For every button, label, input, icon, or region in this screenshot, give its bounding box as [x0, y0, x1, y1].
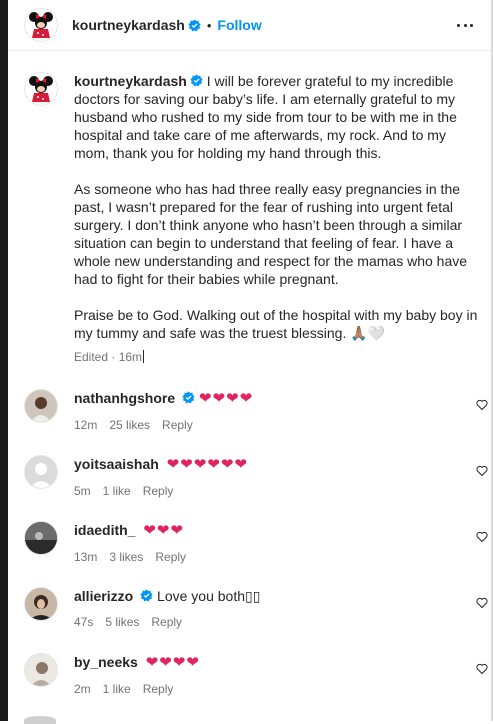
comment-likes[interactable]: 1 like [103, 682, 131, 696]
comment-time: 12m [74, 418, 98, 432]
caption-paragraph: kourtneykardash I will be forever gratef… [74, 72, 484, 162]
avatar[interactable] [24, 8, 58, 42]
comment-text: Love you both▯▯ [157, 588, 261, 604]
comment-text: ❤❤❤❤ [199, 390, 254, 407]
avatar[interactable] [24, 72, 58, 106]
minnie-mouse-icon [29, 12, 53, 38]
header-username[interactable]: kourtneykardash [72, 17, 185, 33]
caption-username[interactable]: kourtneykardash [74, 73, 187, 89]
comment-username[interactable]: idaedith_ [74, 522, 135, 538]
verified-badge-icon [190, 74, 203, 87]
post-caption: kourtneykardash I will be forever gratef… [24, 72, 484, 366]
text-cursor [143, 350, 145, 363]
comment-item: nathanhgshore ❤❤❤❤ 12m 25 likes Reply [24, 389, 488, 432]
verified-badge-icon [140, 589, 153, 602]
default-avatar-icon [25, 456, 57, 488]
comment-item: idaedith_ ❤❤❤ 13m 3 likes Reply [24, 521, 488, 564]
caption-paragraph: As someone who has had three really easy… [74, 181, 468, 287]
comment-time: 47s [74, 615, 94, 629]
post-header: kourtneykardash • Follow [8, 0, 491, 51]
comment-time: 5m [74, 484, 91, 498]
verified-badge-icon [188, 18, 201, 31]
comment-username[interactable]: by_neeks [74, 654, 138, 670]
comment-likes[interactable]: 25 likes [109, 418, 150, 432]
comment-time: 2m [74, 682, 91, 696]
comment-username[interactable]: nathanhgshore [74, 390, 175, 406]
comment-username[interactable]: yoitsaaishah [74, 456, 159, 472]
avatar[interactable] [24, 389, 58, 423]
comment-likes[interactable]: 1 like [103, 484, 131, 498]
avatar[interactable] [24, 653, 58, 687]
minnie-mouse-icon [29, 76, 53, 102]
avatar[interactable] [24, 587, 58, 621]
reply-button[interactable]: Reply [143, 484, 174, 498]
caption-paragraph: Praise be to God. Walking out of the hos… [74, 307, 478, 341]
comment-text: ❤❤❤❤❤❤ [166, 456, 249, 473]
profile-photo-icon [25, 588, 57, 620]
more-options-icon[interactable] [457, 15, 473, 35]
window-edge-left [0, 0, 8, 721]
header-separator: • [206, 17, 212, 33]
avatar[interactable] [24, 455, 58, 489]
comment-username[interactable]: allierizzo [74, 588, 133, 604]
profile-photo-icon [25, 654, 57, 686]
reply-button[interactable]: Reply [155, 550, 186, 564]
comment-time: 13m [74, 550, 98, 564]
reply-button[interactable]: Reply [151, 615, 182, 629]
heart-outline-icon[interactable] [476, 663, 488, 675]
caption-text: kourtneykardash I will be forever gratef… [74, 72, 484, 366]
caption-meta: Edited · 16m [74, 348, 484, 366]
avatar[interactable] [24, 521, 58, 555]
reply-button[interactable]: Reply [162, 418, 193, 432]
heart-outline-icon[interactable] [476, 465, 488, 477]
heart-outline-icon[interactable] [476, 531, 488, 543]
comment-item: yoitsaaishah ❤❤❤❤❤❤ 5m 1 like Reply [24, 455, 488, 498]
profile-photo-icon [25, 522, 57, 554]
comment-text: ❤❤❤ [143, 522, 185, 539]
edited-timestamp: Edited · 16m [74, 350, 143, 364]
heart-outline-icon[interactable] [476, 597, 488, 609]
next-comment-avatar [24, 716, 56, 724]
comment-likes[interactable]: 3 likes [109, 550, 143, 564]
verified-badge-icon [182, 391, 195, 404]
reply-button[interactable]: Reply [143, 682, 174, 696]
comment-item: allierizzo Love you both▯▯ 47s 5 likes Rep… [24, 587, 488, 629]
comment-text: ❤❤❤❤ [145, 654, 200, 671]
profile-photo-icon [25, 390, 57, 422]
follow-button[interactable]: Follow [217, 17, 261, 33]
heart-outline-icon[interactable] [476, 399, 488, 411]
comment-item: by_neeks ❤❤❤❤ 2m 1 like Reply [24, 653, 488, 696]
comment-likes[interactable]: 5 likes [105, 615, 139, 629]
